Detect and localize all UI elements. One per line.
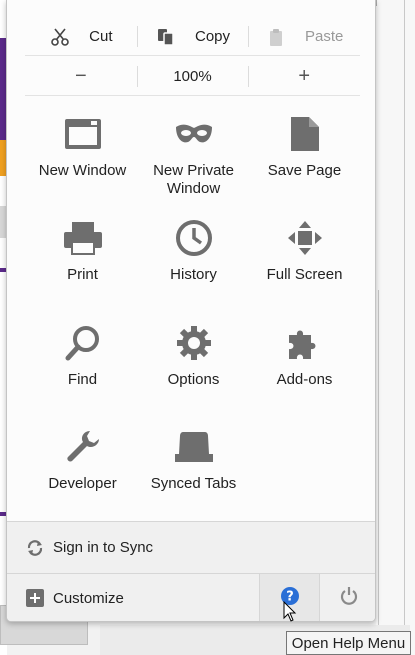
cut-button[interactable]: Cut (25, 18, 137, 55)
options-label: Options (167, 371, 220, 388)
new-private-window-button[interactable]: New Private Window (138, 112, 249, 208)
paste-label: Paste (305, 28, 344, 45)
puzzle-icon (283, 321, 327, 365)
developer-label: Developer (48, 475, 117, 492)
clock-icon (172, 216, 216, 260)
zoom-in-button[interactable]: + (248, 58, 360, 95)
save-page-label: Save Page (267, 162, 342, 179)
scrollbar-edge (404, 0, 405, 655)
add-ons-label: Add-ons (276, 371, 333, 388)
synced-tab-icon (172, 425, 216, 469)
sync-label: Sign in to Sync (53, 539, 154, 556)
synced-tabs-button[interactable]: Synced Tabs (138, 425, 249, 521)
zoom-out-button[interactable]: − (25, 58, 137, 95)
zoom-controls: − 100% + (25, 58, 360, 96)
document-icon (283, 112, 327, 156)
sign-in-to-sync-button[interactable]: Sign in to Sync (7, 521, 375, 573)
new-private-window-label: New Private Window (153, 162, 234, 197)
plus-square-icon (25, 588, 45, 608)
copy-button[interactable]: Copy (136, 18, 249, 55)
power-icon (339, 586, 359, 611)
browser-scroll-area (376, 0, 415, 655)
new-window-label: New Window (38, 162, 127, 179)
zoom-reset-button[interactable]: 100% (136, 58, 249, 95)
clipboard-icon (265, 26, 287, 48)
print-label: Print (67, 266, 98, 283)
quit-button[interactable] (319, 574, 375, 621)
scissors-icon (49, 26, 71, 48)
sync-icon (25, 538, 45, 558)
options-button[interactable]: Options (138, 321, 249, 417)
find-label: Find (67, 371, 98, 388)
full-screen-button[interactable]: Full Screen (249, 216, 360, 312)
customize-button[interactable]: Customize (7, 574, 259, 621)
add-ons-button[interactable]: Add-ons (249, 321, 360, 417)
new-window-button[interactable]: New Window (27, 112, 138, 208)
printer-icon (61, 216, 105, 260)
private-mask-icon (172, 112, 216, 156)
fullscreen-arrows-icon (283, 216, 327, 260)
cut-label: Cut (89, 28, 113, 45)
history-button[interactable]: History (138, 216, 249, 312)
edit-controls: Cut Copy Paste (25, 18, 360, 56)
full-screen-label: Full Screen (266, 266, 343, 283)
panel-footer: Customize ? (7, 573, 375, 621)
app-menu-panel: Cut Copy Paste − 100% + New Window New P… (6, 0, 376, 622)
developer-button[interactable]: Developer (27, 425, 138, 521)
copy-icon (155, 26, 177, 48)
print-button[interactable]: Print (27, 216, 138, 312)
save-page-button[interactable]: Save Page (249, 112, 360, 208)
wrench-icon (61, 425, 105, 469)
window-icon (61, 112, 105, 156)
help-tooltip: Open Help Menu (286, 631, 411, 655)
customize-label: Customize (53, 589, 124, 607)
gear-icon (172, 321, 216, 365)
mouse-cursor-icon (283, 601, 297, 622)
magnifier-icon (61, 321, 105, 365)
paste-button[interactable]: Paste (248, 18, 360, 55)
find-button[interactable]: Find (27, 321, 138, 417)
page-divider (378, 290, 379, 655)
synced-tabs-label: Synced Tabs (150, 475, 237, 492)
copy-label: Copy (194, 28, 231, 45)
history-label: History (170, 266, 217, 283)
